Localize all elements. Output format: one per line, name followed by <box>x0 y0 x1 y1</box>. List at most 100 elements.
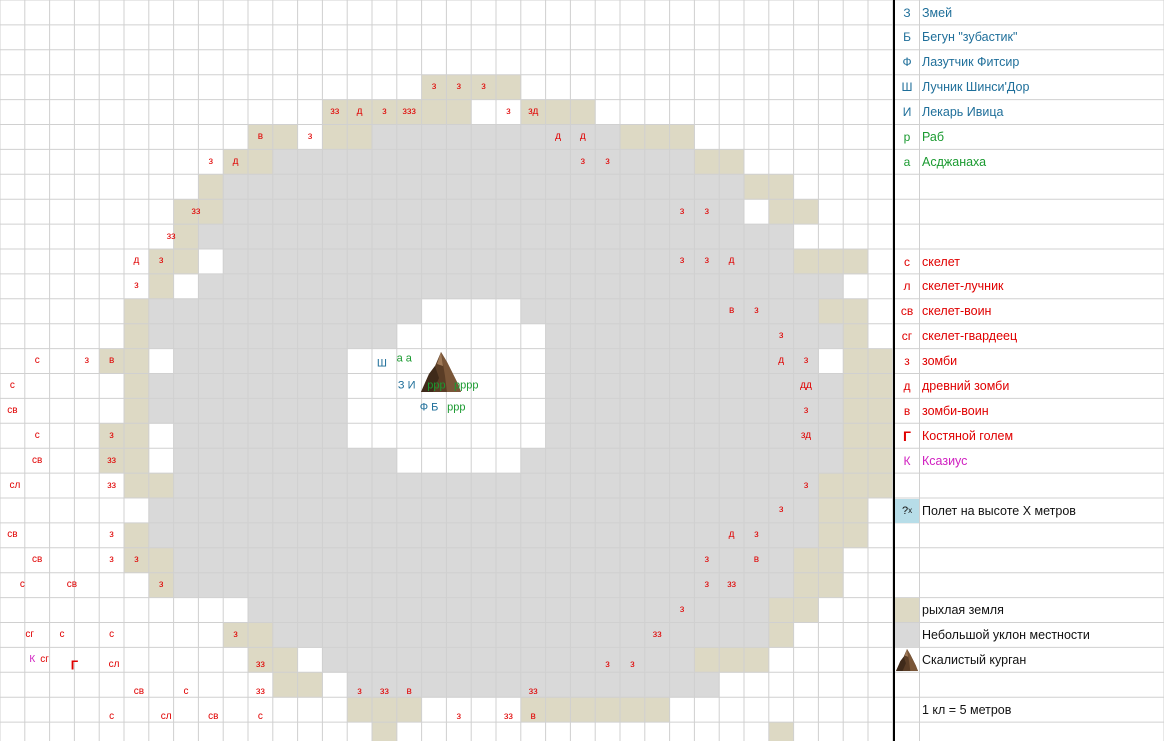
slope-cell <box>644 149 670 175</box>
slope-cell <box>272 522 298 549</box>
slope-cell <box>372 124 398 150</box>
legend-label: древний зомби <box>922 379 1010 393</box>
slope-cell <box>719 398 745 424</box>
slope-cell <box>694 622 720 648</box>
legend-symbol: сг <box>901 329 913 344</box>
legend-symbol <box>895 598 919 623</box>
slope-cell <box>372 199 398 225</box>
loose-earth-cell <box>818 298 844 325</box>
slope-cell <box>669 572 695 598</box>
slope-cell <box>694 547 720 574</box>
legend-item: рыхлая земля <box>895 598 1164 623</box>
slope-cell <box>297 373 323 399</box>
slope-cell <box>421 249 447 275</box>
slope-cell <box>372 672 398 698</box>
slope-cell <box>322 622 348 648</box>
slope-cell <box>297 323 323 349</box>
loose-earth-cell <box>818 522 844 549</box>
legend-label: Костяной голем <box>922 428 1014 443</box>
slope-cell <box>570 498 596 524</box>
slope-cell <box>644 298 670 325</box>
slope-cell <box>545 348 571 374</box>
slope-cell <box>595 572 621 598</box>
slope-cell <box>620 647 646 673</box>
loose-earth-cell <box>818 473 844 499</box>
slope-cell <box>198 423 224 449</box>
slope-cell <box>644 448 670 474</box>
slope-cell <box>297 522 323 549</box>
slope-cell <box>471 522 497 549</box>
legend-label: Раб <box>922 130 945 144</box>
slope-cell <box>223 398 249 424</box>
slope-cell <box>669 622 695 648</box>
slope-cell <box>496 522 522 549</box>
slope-cell <box>620 597 646 623</box>
slope-cell <box>520 522 546 549</box>
slope-cell <box>421 224 447 250</box>
loose-earth-cell <box>471 74 497 100</box>
legend-item: И Лекарь Ивица <box>895 100 1164 124</box>
slope-cell <box>669 298 695 325</box>
slope-cell <box>396 174 422 200</box>
slope-cell <box>669 522 695 549</box>
slope-cell <box>744 572 770 598</box>
slope-cell <box>768 448 794 474</box>
slope-cell <box>520 473 546 499</box>
slope-cell <box>644 622 670 648</box>
slope-cell <box>173 423 199 449</box>
slope-cell <box>520 124 546 150</box>
loose-earth-cell <box>297 672 323 698</box>
battle-map[interactable]: з з з зз д з ззз з зд в з д д з д з з зз з з зз д з з з д з в з з с з в д… <box>0 0 893 741</box>
loose-earth-cell <box>793 572 819 598</box>
slope-cell <box>768 373 794 399</box>
legend-symbol: Ш <box>901 80 913 95</box>
slope-cell <box>396 249 422 275</box>
loose-earth-cell <box>793 547 819 574</box>
loose-earth-cell <box>124 348 150 374</box>
loose-earth-cell <box>248 622 274 648</box>
slope-cell <box>570 149 596 175</box>
slope-cell <box>496 622 522 648</box>
slope-cell <box>570 398 596 424</box>
slope-cell <box>768 224 794 250</box>
slope-cell <box>545 373 571 399</box>
slope-cell <box>173 298 199 325</box>
slope-cell <box>396 572 422 598</box>
slope-cell <box>421 572 447 598</box>
slope-cell <box>198 522 224 549</box>
slope-cell <box>818 373 844 399</box>
slope-cell <box>272 348 298 374</box>
slope-cell <box>198 224 224 250</box>
slope-cell <box>148 373 174 399</box>
slope-cell <box>744 298 770 325</box>
legend-item: а Асджанаха <box>895 150 1164 174</box>
slope-cell <box>446 672 472 698</box>
slope-cell <box>446 572 472 598</box>
slope-cell <box>520 249 546 275</box>
loose-earth-cell <box>570 99 596 125</box>
legend-label: зомби-воин <box>922 403 989 418</box>
slope-cell <box>148 522 174 549</box>
loose-earth-cell <box>843 448 869 474</box>
slope-cell <box>744 398 770 424</box>
slope-cell <box>620 199 646 225</box>
slope-cell <box>471 124 497 150</box>
loose-earth-cell <box>124 473 150 499</box>
slope-cell <box>173 498 199 524</box>
slope-cell <box>198 273 224 300</box>
slope-cell <box>768 473 794 499</box>
slope-cell <box>297 622 323 648</box>
slope-cell <box>818 273 844 300</box>
slope-cell <box>248 323 274 349</box>
slope-cell <box>372 298 398 325</box>
slope-cell <box>198 448 224 474</box>
slope-cell <box>297 547 323 574</box>
slope-cell <box>248 473 274 499</box>
slope-cell <box>744 423 770 449</box>
slope-cell <box>818 323 844 349</box>
slope-cell <box>347 224 373 250</box>
slope-cell <box>520 572 546 598</box>
slope-cell <box>248 373 274 399</box>
loose-earth-cell <box>148 273 174 300</box>
slope-cell <box>768 423 794 449</box>
